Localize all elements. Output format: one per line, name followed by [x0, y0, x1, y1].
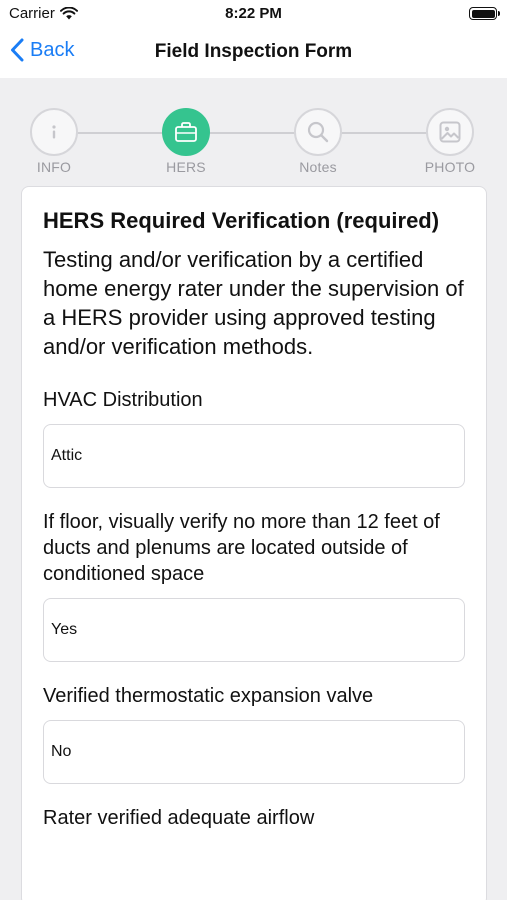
navigation-bar: Back Field Inspection Form — [0, 28, 507, 78]
info-icon — [52, 125, 56, 139]
form-content[interactable]: INFO HERS Notes PHOTO HERS Required Veri… — [0, 78, 507, 900]
photo-icon — [439, 121, 461, 143]
floor-ducts-field[interactable]: Yes — [43, 598, 465, 662]
battery-fill — [471, 9, 495, 18]
step-label: HERS — [166, 159, 206, 175]
step-hers-circle — [162, 108, 210, 156]
step-label: PHOTO — [424, 159, 476, 175]
step-connector-line — [54, 132, 450, 134]
briefcase-icon — [175, 122, 197, 142]
step-label: Notes — [299, 159, 337, 175]
question-label-expansion-valve: Verified thermostatic expansion valve — [43, 685, 374, 707]
question-label-adequate-airflow: Rater verified adequate airflow — [43, 807, 315, 829]
page-title: Field Inspection Form — [154, 41, 353, 62]
expansion-valve-field[interactable]: No — [43, 720, 465, 784]
battery-icon — [469, 7, 500, 20]
form-card: HERS Required Verification (required) Te… — [21, 186, 487, 900]
step-hers[interactable]: HERS — [141, 108, 231, 175]
step-photo[interactable]: PHOTO — [405, 108, 495, 175]
status-bar: Carrier 8:22 PM — [0, 0, 507, 28]
step-label: INFO — [36, 159, 72, 175]
question-label-floor-ducts: If floor, visually verify no more than 1… — [43, 511, 440, 585]
step-info-circle — [30, 108, 78, 156]
step-indicator: INFO HERS Notes PHOTO — [0, 78, 507, 188]
section-title: HERS Required Verification (required) — [43, 208, 440, 233]
step-notes-circle — [294, 108, 342, 156]
question-label-hvac-distribution: HVAC Distribution — [43, 389, 203, 411]
step-photo-circle — [426, 108, 474, 156]
step-info[interactable]: INFO — [9, 108, 99, 175]
step-notes[interactable]: Notes — [273, 108, 363, 175]
section-description: Testing and/or verification by a certifi… — [43, 247, 464, 359]
status-time: 8:22 PM — [225, 5, 282, 22]
hvac-distribution-field[interactable]: Attic — [43, 424, 465, 488]
search-icon — [307, 121, 329, 143]
